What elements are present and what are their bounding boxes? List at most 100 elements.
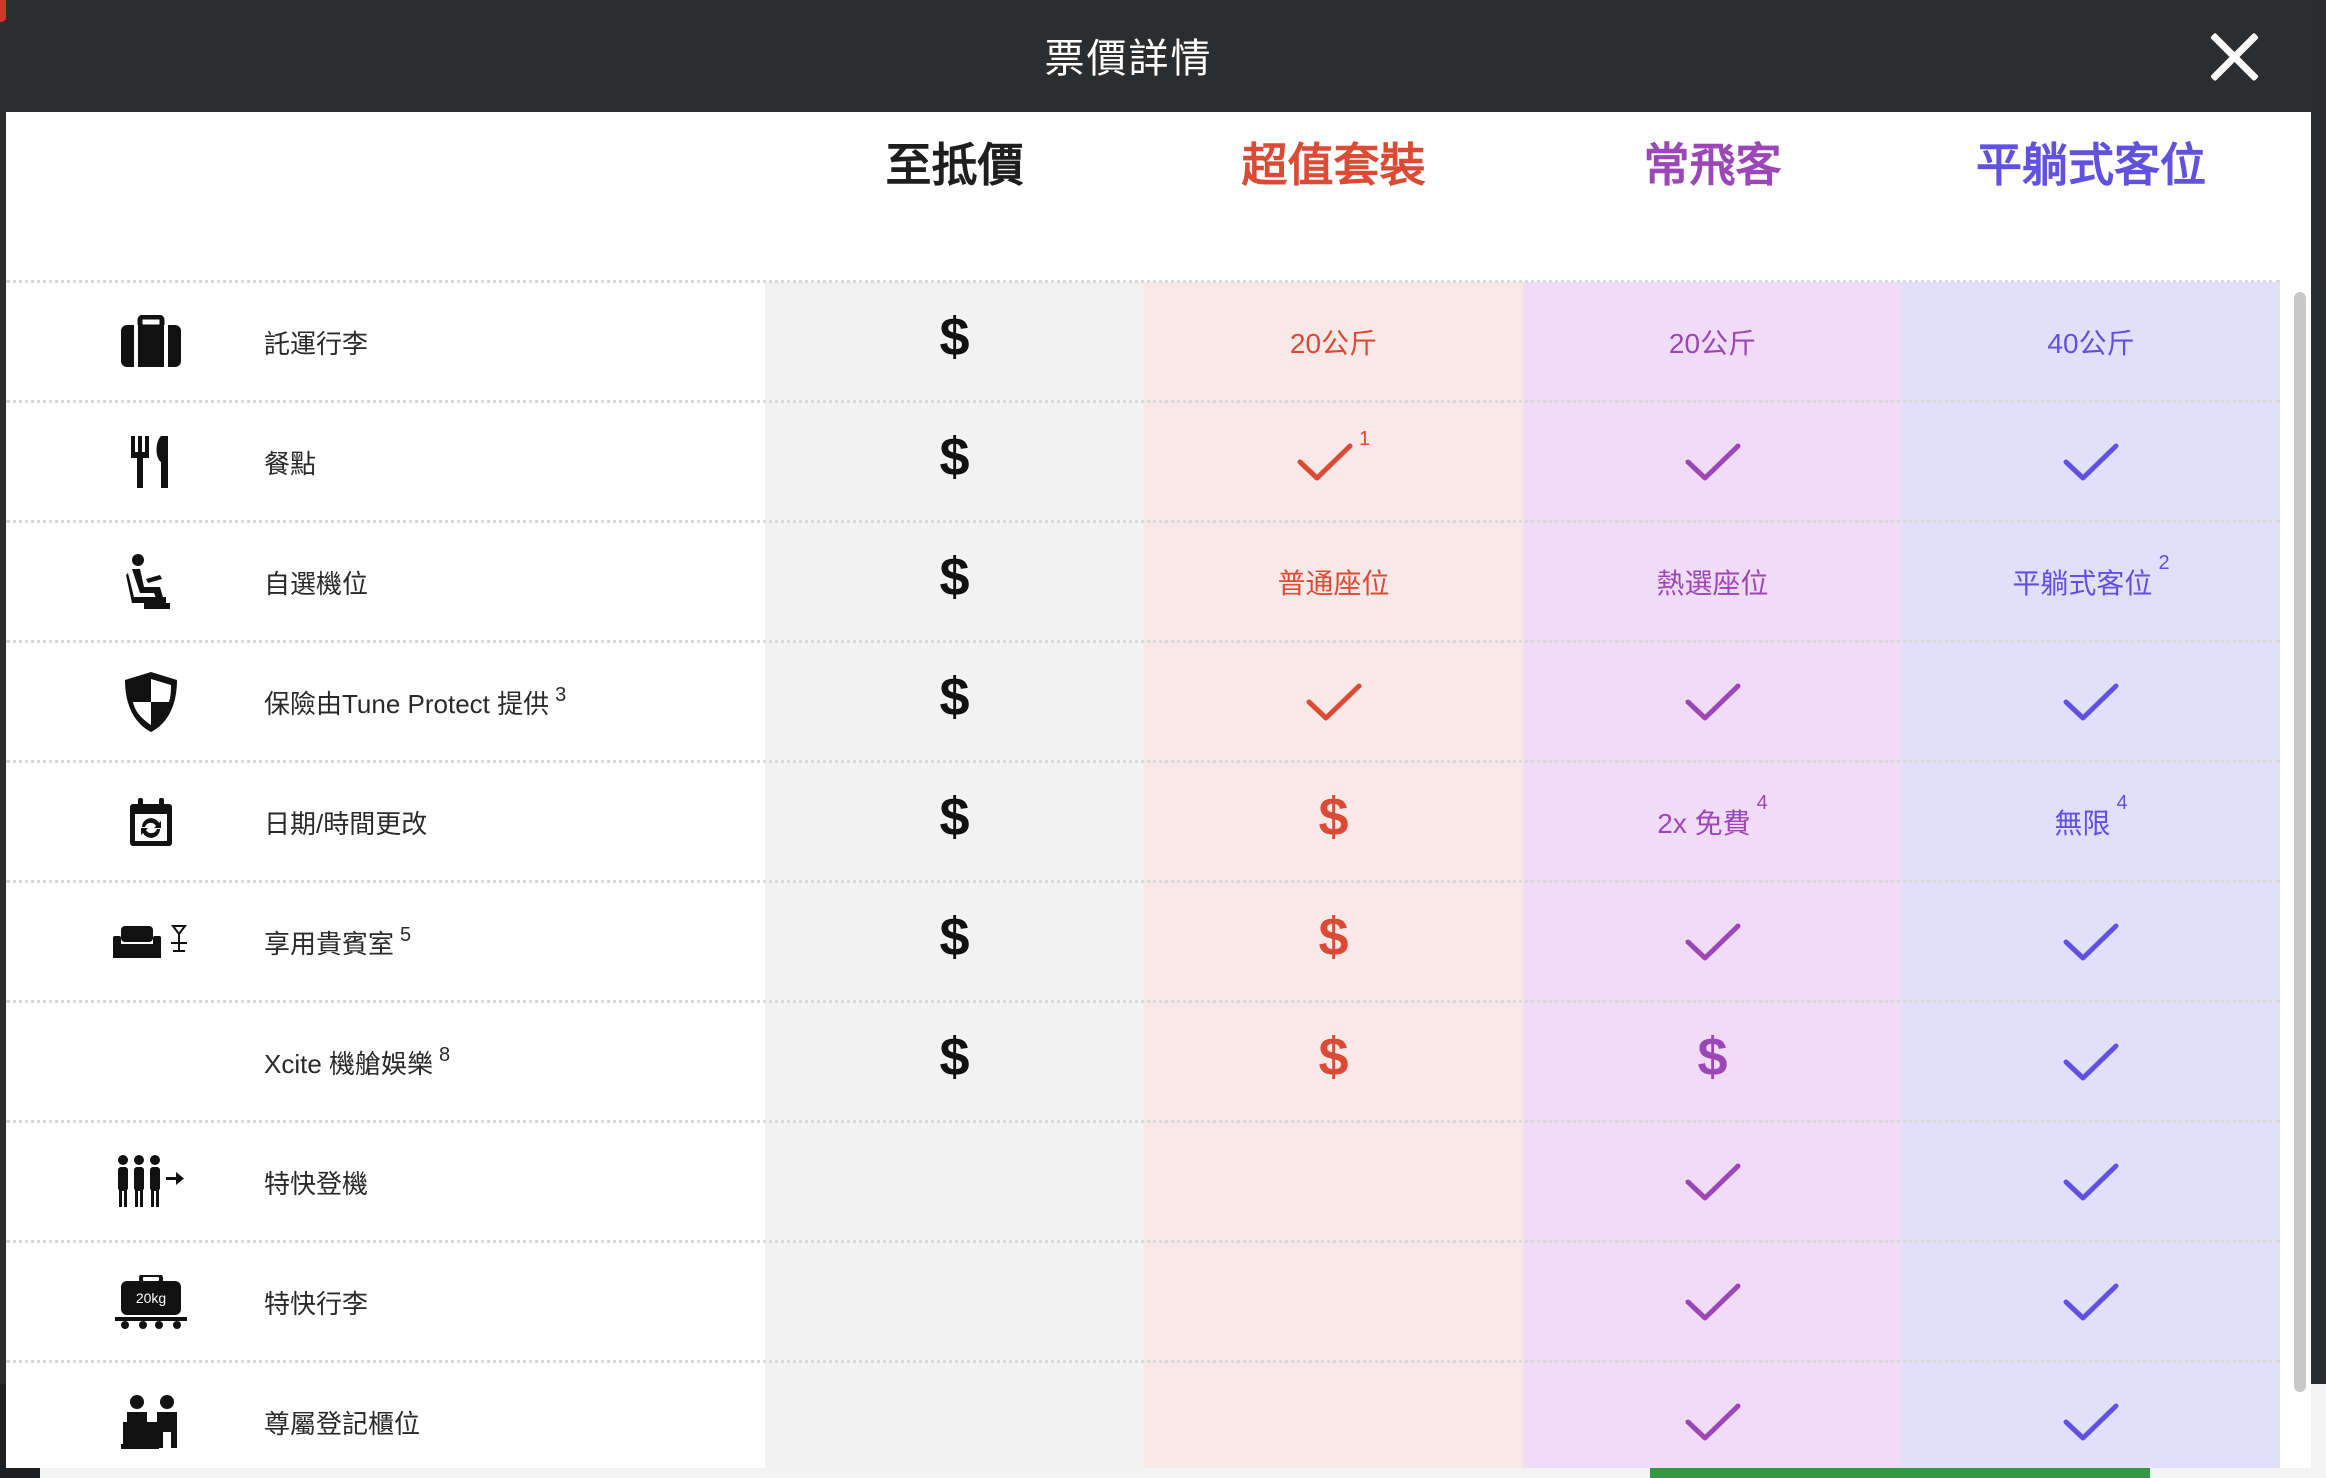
table-row: 託運行李 $20公斤 20公斤 40公斤 bbox=[6, 282, 2280, 402]
cell-value: 20公斤 bbox=[1668, 328, 1757, 359]
cell-value-pack bbox=[1144, 642, 1523, 762]
cell-premium-flex bbox=[1523, 1122, 1902, 1242]
column-header-lowest[interactable]: 至抵價 bbox=[765, 132, 1144, 198]
check-icon bbox=[2063, 1282, 2119, 1322]
calendar-change-icon bbox=[106, 792, 196, 852]
row-label: 尊屬登記櫃位 bbox=[264, 1404, 420, 1441]
row-label-text: Xcite 機艙娛樂 bbox=[264, 1049, 434, 1079]
cell-value-pack: 1 bbox=[1144, 402, 1523, 522]
cell-flatbed bbox=[1902, 642, 2280, 762]
cell-lowest bbox=[765, 1122, 1144, 1242]
table-row: 餐點 $1 bbox=[6, 402, 2280, 522]
check-icon bbox=[1685, 1402, 1741, 1442]
cell-value-pack bbox=[1144, 1242, 1523, 1362]
cell-flatbed bbox=[1902, 402, 2280, 522]
cell-value: 2x 免費 bbox=[1657, 808, 1751, 839]
table-row: 保險由Tune Protect 提供 3 $ bbox=[6, 642, 2280, 762]
cell-lowest bbox=[765, 1242, 1144, 1362]
column-header-value-pack[interactable]: 超值套裝 bbox=[1144, 132, 1523, 198]
priority-baggage-icon: 20kg bbox=[106, 1272, 196, 1332]
row-label-text: 日期/時間更改 bbox=[264, 809, 428, 839]
fork-knife-icon bbox=[106, 432, 196, 492]
cell-lowest bbox=[765, 1362, 1144, 1468]
row-label: 託運行李 bbox=[264, 324, 368, 361]
cell-lowest: $ bbox=[765, 402, 1144, 522]
check-icon bbox=[1685, 682, 1741, 722]
cell-value: 40公斤 bbox=[2047, 328, 2135, 359]
footnote-marker[interactable]: 4 bbox=[2116, 792, 2127, 815]
table-row: 日期/時間更改 $ $2x 免費 4 無限 4 bbox=[6, 762, 2280, 882]
cell-lowest: $ bbox=[765, 282, 1144, 402]
cell-premium-flex: $ bbox=[1523, 1002, 1902, 1122]
cell-flatbed bbox=[1902, 1002, 2280, 1122]
cell-flatbed: 40公斤 bbox=[1902, 282, 2280, 402]
dollar-icon: $ bbox=[939, 427, 970, 487]
cell-value: 熱選座位 bbox=[1656, 568, 1769, 599]
row-label-text: 享用貴賓室 bbox=[264, 929, 395, 959]
cell-flatbed: 無限 4 bbox=[1902, 762, 2280, 882]
cell-premium-flex: 熱選座位 bbox=[1523, 522, 1902, 642]
check-icon bbox=[1685, 922, 1741, 962]
cell-premium-flex: 2x 免費 4 bbox=[1523, 762, 1902, 882]
cell-flatbed bbox=[1902, 1242, 2280, 1362]
row-label: 特快行李 bbox=[264, 1284, 368, 1321]
cell-premium-flex bbox=[1523, 642, 1902, 762]
dollar-icon: $ bbox=[939, 907, 970, 967]
seat-icon bbox=[106, 552, 196, 612]
table-row: 特快登機 bbox=[6, 1122, 2280, 1242]
dollar-icon: $ bbox=[1318, 907, 1349, 967]
shield-icon bbox=[106, 672, 196, 732]
row-label: 餐點 bbox=[264, 444, 316, 481]
row-label-text: 自選機位 bbox=[264, 569, 369, 599]
check-icon bbox=[2063, 1402, 2119, 1442]
table-row: Xcite 機艙娛樂 8 $ $ $ bbox=[6, 1002, 2280, 1122]
row-label-text: 託運行李 bbox=[264, 329, 369, 359]
cell-premium-flex: 20公斤 bbox=[1523, 282, 1902, 402]
row-label-text: 餐點 bbox=[264, 449, 317, 479]
table-row: 自選機位 $ 普通座位 熱選座位 平躺式客位 2 bbox=[6, 522, 2280, 642]
footnote-marker[interactable]: 2 bbox=[2158, 552, 2169, 575]
footnote-marker[interactable]: 8 bbox=[439, 1044, 450, 1066]
cell-lowest: $ bbox=[765, 522, 1144, 642]
check-icon bbox=[2063, 922, 2119, 962]
dollar-icon: $ bbox=[1318, 1027, 1349, 1087]
cell-value-pack: $ bbox=[1144, 1002, 1523, 1122]
cell-value: 無限 bbox=[2054, 808, 2111, 839]
check-icon bbox=[2063, 682, 2119, 722]
check-icon bbox=[1685, 1282, 1741, 1322]
cell-value: 平躺式客位 bbox=[2012, 568, 2153, 599]
cell-lowest: $ bbox=[765, 882, 1144, 1002]
modal-scrollbar[interactable] bbox=[2294, 292, 2306, 1392]
footnote-marker[interactable]: 3 bbox=[555, 684, 566, 706]
priority-boarding-icon bbox=[106, 1152, 196, 1212]
check-icon bbox=[2063, 1162, 2119, 1202]
dollar-icon: $ bbox=[939, 547, 970, 607]
check-icon bbox=[2063, 442, 2119, 482]
dollar-icon: $ bbox=[939, 667, 970, 727]
cell-premium-flex bbox=[1523, 1362, 1902, 1468]
footnote-marker[interactable]: 5 bbox=[400, 924, 411, 946]
cell-premium-flex bbox=[1523, 1242, 1902, 1362]
cell-value-pack: $ bbox=[1144, 762, 1523, 882]
cell-lowest: $ bbox=[765, 642, 1144, 762]
table-row: 尊屬登記櫃位 bbox=[6, 1362, 2280, 1468]
cell-flatbed bbox=[1902, 1122, 2280, 1242]
row-label-text: 特快登機 bbox=[264, 1169, 369, 1199]
cell-value: 20公斤 bbox=[1289, 328, 1378, 359]
row-label-text: 尊屬登記櫃位 bbox=[264, 1409, 421, 1439]
row-label: 自選機位 bbox=[264, 564, 368, 601]
footnote-marker[interactable]: 1 bbox=[1359, 428, 1370, 451]
cell-value-pack: 20公斤 bbox=[1144, 282, 1523, 402]
footnote-marker[interactable]: 4 bbox=[1757, 792, 1768, 815]
fare-details-modal: 票價詳情 至抵價 超值套裝 常飛客 平躺式客位 託運行李 $20公斤 20公斤 40公… bbox=[6, 0, 2311, 1468]
column-header-premium-flex[interactable]: 常飛客 bbox=[1523, 132, 1902, 198]
close-icon[interactable] bbox=[2207, 30, 2261, 84]
column-header-flatbed[interactable]: 平躺式客位 bbox=[1902, 132, 2280, 198]
cell-flatbed: 平躺式客位 2 bbox=[1902, 522, 2280, 642]
dollar-icon: $ bbox=[1318, 787, 1349, 847]
cell-premium-flex bbox=[1523, 402, 1902, 522]
cell-value-pack bbox=[1144, 1362, 1523, 1468]
row-label: 享用貴賓室 5 bbox=[264, 924, 411, 961]
cell-value-pack: 普通座位 bbox=[1144, 522, 1523, 642]
baggage-tag-text: 20kg bbox=[136, 1290, 166, 1306]
